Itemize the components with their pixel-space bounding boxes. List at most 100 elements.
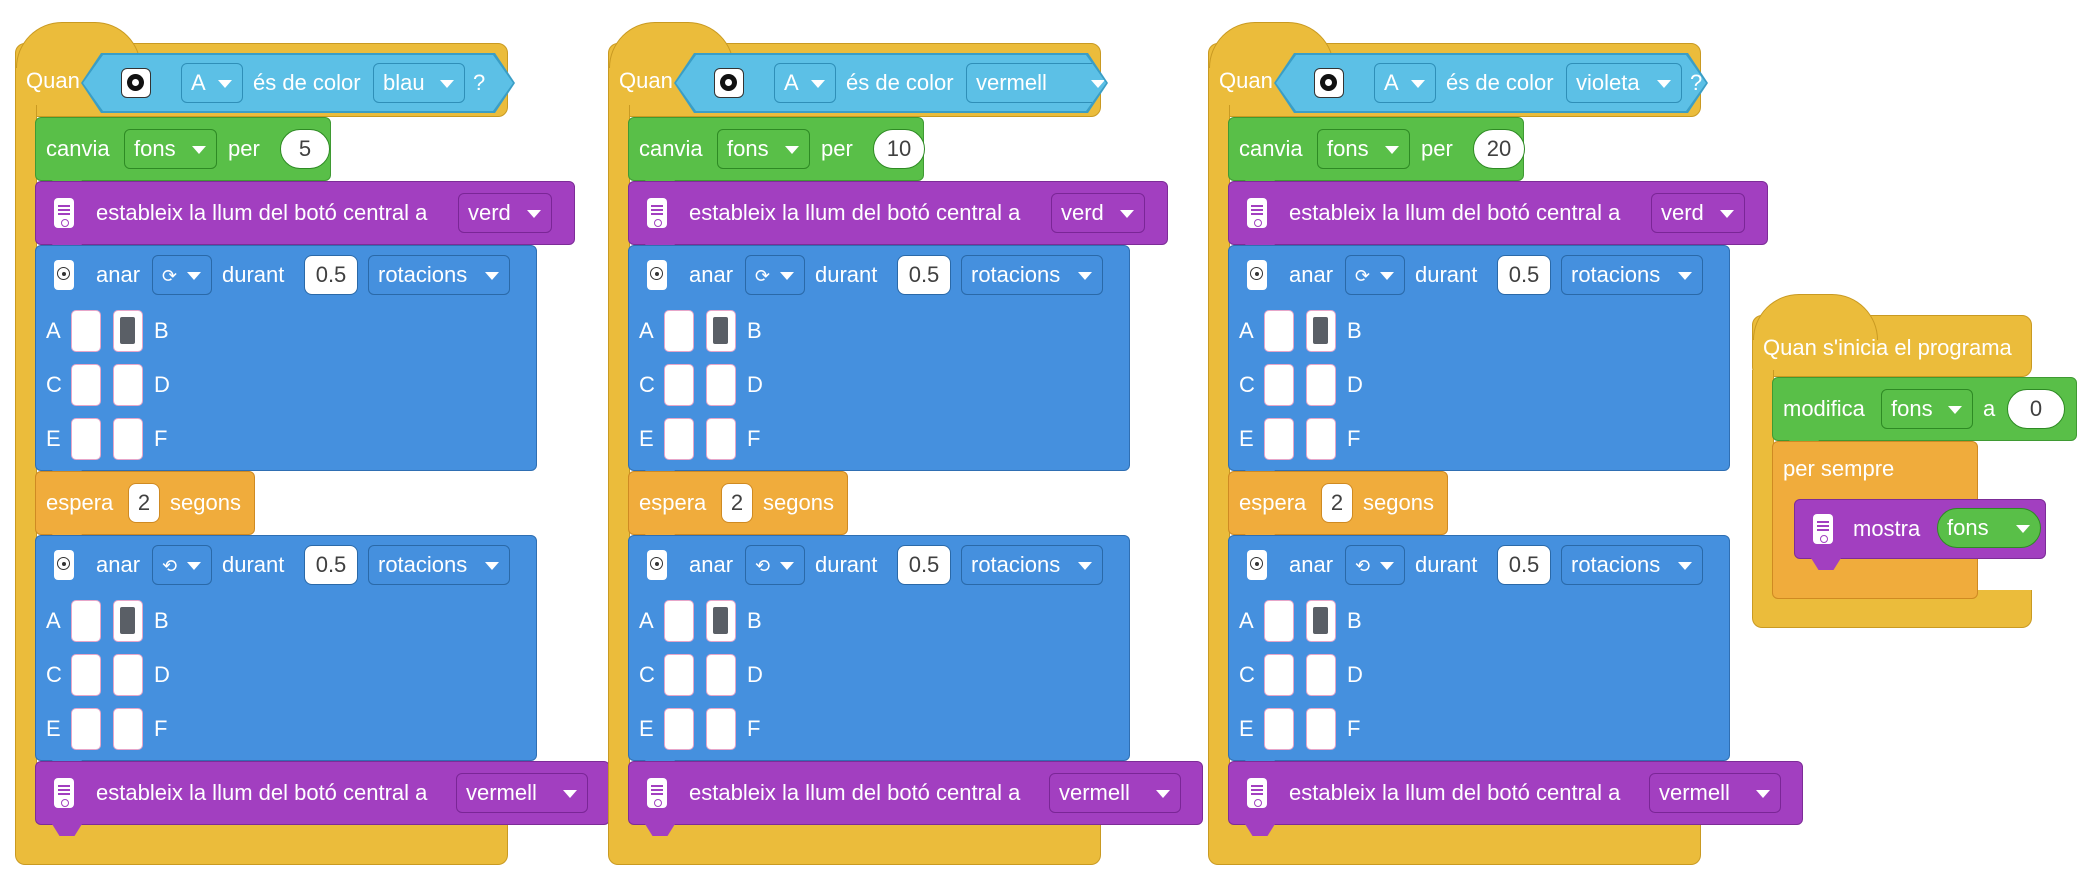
motor-run-block[interactable]: anar ⟳ durant 0.5 rotacions A B C D E F bbox=[1228, 245, 1730, 482]
sensor-port-dropdown[interactable]: A bbox=[1374, 63, 1436, 103]
sensor-port-dropdown[interactable]: A bbox=[774, 63, 836, 103]
port-selector-cell[interactable] bbox=[1264, 600, 1294, 642]
change-amount-input[interactable]: 20 bbox=[1473, 129, 1525, 169]
motor-run-block[interactable]: anar ⟳ durant 0.5 rotacions A B C D E F bbox=[628, 245, 1130, 482]
when-color-stack[interactable]: Quan Aés de color blau? canvia fons per 5 estab… bbox=[15, 0, 615, 870]
color-condition-block[interactable]: Aés de color blau? bbox=[83, 55, 513, 111]
port-selector-cell[interactable] bbox=[113, 418, 143, 460]
wait-seconds-input[interactable]: 2 bbox=[721, 483, 753, 523]
port-selector-cell[interactable] bbox=[1264, 708, 1294, 750]
port-selector-cell[interactable] bbox=[1264, 364, 1294, 406]
unit-dropdown[interactable]: rotacions bbox=[368, 255, 510, 295]
port-selector-cell[interactable] bbox=[113, 600, 143, 642]
direction-dropdown[interactable]: ⟳ bbox=[1345, 255, 1405, 295]
duration-input[interactable]: 0.5 bbox=[897, 545, 951, 585]
color-dropdown[interactable]: vermell bbox=[966, 63, 1116, 103]
when-program-starts-hat-block[interactable]: Quan s'inicia el programa bbox=[1752, 294, 2032, 377]
set-center-light-block[interactable]: estableix la llum del botó central a verd bbox=[35, 181, 575, 256]
port-selector-cell[interactable] bbox=[664, 600, 694, 642]
port-selector-cell[interactable] bbox=[1264, 418, 1294, 460]
port-selector-cell[interactable] bbox=[113, 364, 143, 406]
port-selector-cell[interactable] bbox=[1264, 310, 1294, 352]
motor-run-block[interactable]: anar ⟲ durant 0.5 rotacions A B C D E F bbox=[35, 535, 537, 772]
when-color-stack[interactable]: Quan Aés de color violeta? canvia fons per 20 e… bbox=[1208, 0, 1808, 870]
wait-block[interactable]: espera 2 segons bbox=[35, 471, 255, 546]
variable-dropdown[interactable]: fons bbox=[1317, 129, 1410, 169]
unit-dropdown[interactable]: rotacions bbox=[961, 545, 1103, 585]
port-selector-cell[interactable] bbox=[113, 654, 143, 696]
light-color-dropdown[interactable]: vermell bbox=[456, 773, 588, 813]
port-selector-cell[interactable] bbox=[1306, 708, 1336, 750]
port-selector-cell[interactable] bbox=[71, 364, 101, 406]
direction-dropdown[interactable]: ⟲ bbox=[152, 545, 212, 585]
direction-dropdown[interactable]: ⟳ bbox=[745, 255, 805, 295]
port-selector-cell[interactable] bbox=[706, 310, 736, 352]
port-selector-cell[interactable] bbox=[664, 418, 694, 460]
port-selector-cell[interactable] bbox=[664, 310, 694, 352]
set-center-light-block[interactable]: estableix la llum del botó central a verm… bbox=[35, 761, 610, 836]
display-block[interactable]: mostra fons bbox=[1794, 499, 2046, 570]
motor-run-block[interactable]: anar ⟳ durant 0.5 rotacions A B C D E F bbox=[35, 245, 537, 482]
color-dropdown[interactable]: violeta bbox=[1566, 63, 1682, 103]
color-dropdown[interactable]: blau bbox=[373, 63, 465, 103]
wait-block[interactable]: espera 2 segons bbox=[1228, 471, 1448, 546]
port-selector-cell[interactable] bbox=[71, 654, 101, 696]
set-center-light-block[interactable]: estableix la llum del botó central a verm… bbox=[628, 761, 1203, 836]
port-selector-cell[interactable] bbox=[706, 708, 736, 750]
set-center-light-block[interactable]: estableix la llum del botó central a verd bbox=[1228, 181, 1768, 256]
variable-reporter[interactable]: fons bbox=[1937, 508, 2041, 548]
port-selector-cell[interactable] bbox=[71, 708, 101, 750]
port-selector-cell[interactable] bbox=[113, 708, 143, 750]
light-color-dropdown[interactable]: verd bbox=[458, 193, 552, 233]
duration-input[interactable]: 0.5 bbox=[897, 255, 951, 295]
change-variable-block[interactable]: canvia fons per 5 bbox=[35, 117, 331, 192]
direction-dropdown[interactable]: ⟲ bbox=[1345, 545, 1405, 585]
port-selector-cell[interactable] bbox=[706, 418, 736, 460]
unit-dropdown[interactable]: rotacions bbox=[1561, 255, 1703, 295]
when-program-starts-stack[interactable]: Quan s'inicia el programa modifica fons a 0 p… bbox=[1752, 294, 2082, 635]
port-selector-cell[interactable] bbox=[71, 600, 101, 642]
port-selector-cell[interactable] bbox=[1306, 364, 1336, 406]
port-selector-cell[interactable] bbox=[1306, 600, 1336, 642]
direction-dropdown[interactable]: ⟲ bbox=[745, 545, 805, 585]
unit-dropdown[interactable]: rotacions bbox=[368, 545, 510, 585]
variable-dropdown[interactable]: fons bbox=[1881, 389, 1973, 429]
when-color-stack[interactable]: Quan Aés de color vermell? canvia fons per 10 e… bbox=[608, 0, 1208, 870]
light-color-dropdown[interactable]: vermell bbox=[1049, 773, 1181, 813]
port-selector-cell[interactable] bbox=[1306, 654, 1336, 696]
wait-seconds-input[interactable]: 2 bbox=[128, 483, 160, 523]
port-selector-cell[interactable] bbox=[706, 600, 736, 642]
unit-dropdown[interactable]: rotacions bbox=[1561, 545, 1703, 585]
variable-dropdown[interactable]: fons bbox=[124, 129, 217, 169]
set-variable-block[interactable]: modifica fons a 0 bbox=[1772, 377, 2077, 452]
change-amount-input[interactable]: 10 bbox=[873, 129, 925, 169]
motor-run-block[interactable]: anar ⟲ durant 0.5 rotacions A B C D E F bbox=[628, 535, 1130, 772]
color-condition-block[interactable]: Aés de color violeta? bbox=[1276, 55, 1706, 111]
port-selector-cell[interactable] bbox=[71, 310, 101, 352]
port-selector-cell[interactable] bbox=[664, 654, 694, 696]
change-amount-input[interactable]: 5 bbox=[280, 129, 330, 169]
port-selector-cell[interactable] bbox=[706, 654, 736, 696]
port-selector-cell[interactable] bbox=[1306, 418, 1336, 460]
set-value-input[interactable]: 0 bbox=[2007, 389, 2065, 429]
wait-block[interactable]: espera 2 segons bbox=[628, 471, 848, 546]
port-selector-cell[interactable] bbox=[664, 364, 694, 406]
color-condition-block[interactable]: Aés de color vermell? bbox=[676, 55, 1106, 111]
direction-dropdown[interactable]: ⟳ bbox=[152, 255, 212, 295]
light-color-dropdown[interactable]: verd bbox=[1051, 193, 1145, 233]
duration-input[interactable]: 0.5 bbox=[1497, 545, 1551, 585]
duration-input[interactable]: 0.5 bbox=[304, 255, 358, 295]
port-selector-cell[interactable] bbox=[706, 364, 736, 406]
sensor-port-dropdown[interactable]: A bbox=[181, 63, 243, 103]
light-color-dropdown[interactable]: vermell bbox=[1649, 773, 1781, 813]
light-color-dropdown[interactable]: verd bbox=[1651, 193, 1745, 233]
duration-input[interactable]: 0.5 bbox=[304, 545, 358, 585]
port-selector-cell[interactable] bbox=[113, 310, 143, 352]
duration-input[interactable]: 0.5 bbox=[1497, 255, 1551, 295]
port-selector-cell[interactable] bbox=[71, 418, 101, 460]
wait-seconds-input[interactable]: 2 bbox=[1321, 483, 1353, 523]
set-center-light-block[interactable]: estableix la llum del botó central a verd bbox=[628, 181, 1168, 256]
variable-dropdown[interactable]: fons bbox=[717, 129, 810, 169]
port-selector-cell[interactable] bbox=[664, 708, 694, 750]
port-selector-cell[interactable] bbox=[1306, 310, 1336, 352]
